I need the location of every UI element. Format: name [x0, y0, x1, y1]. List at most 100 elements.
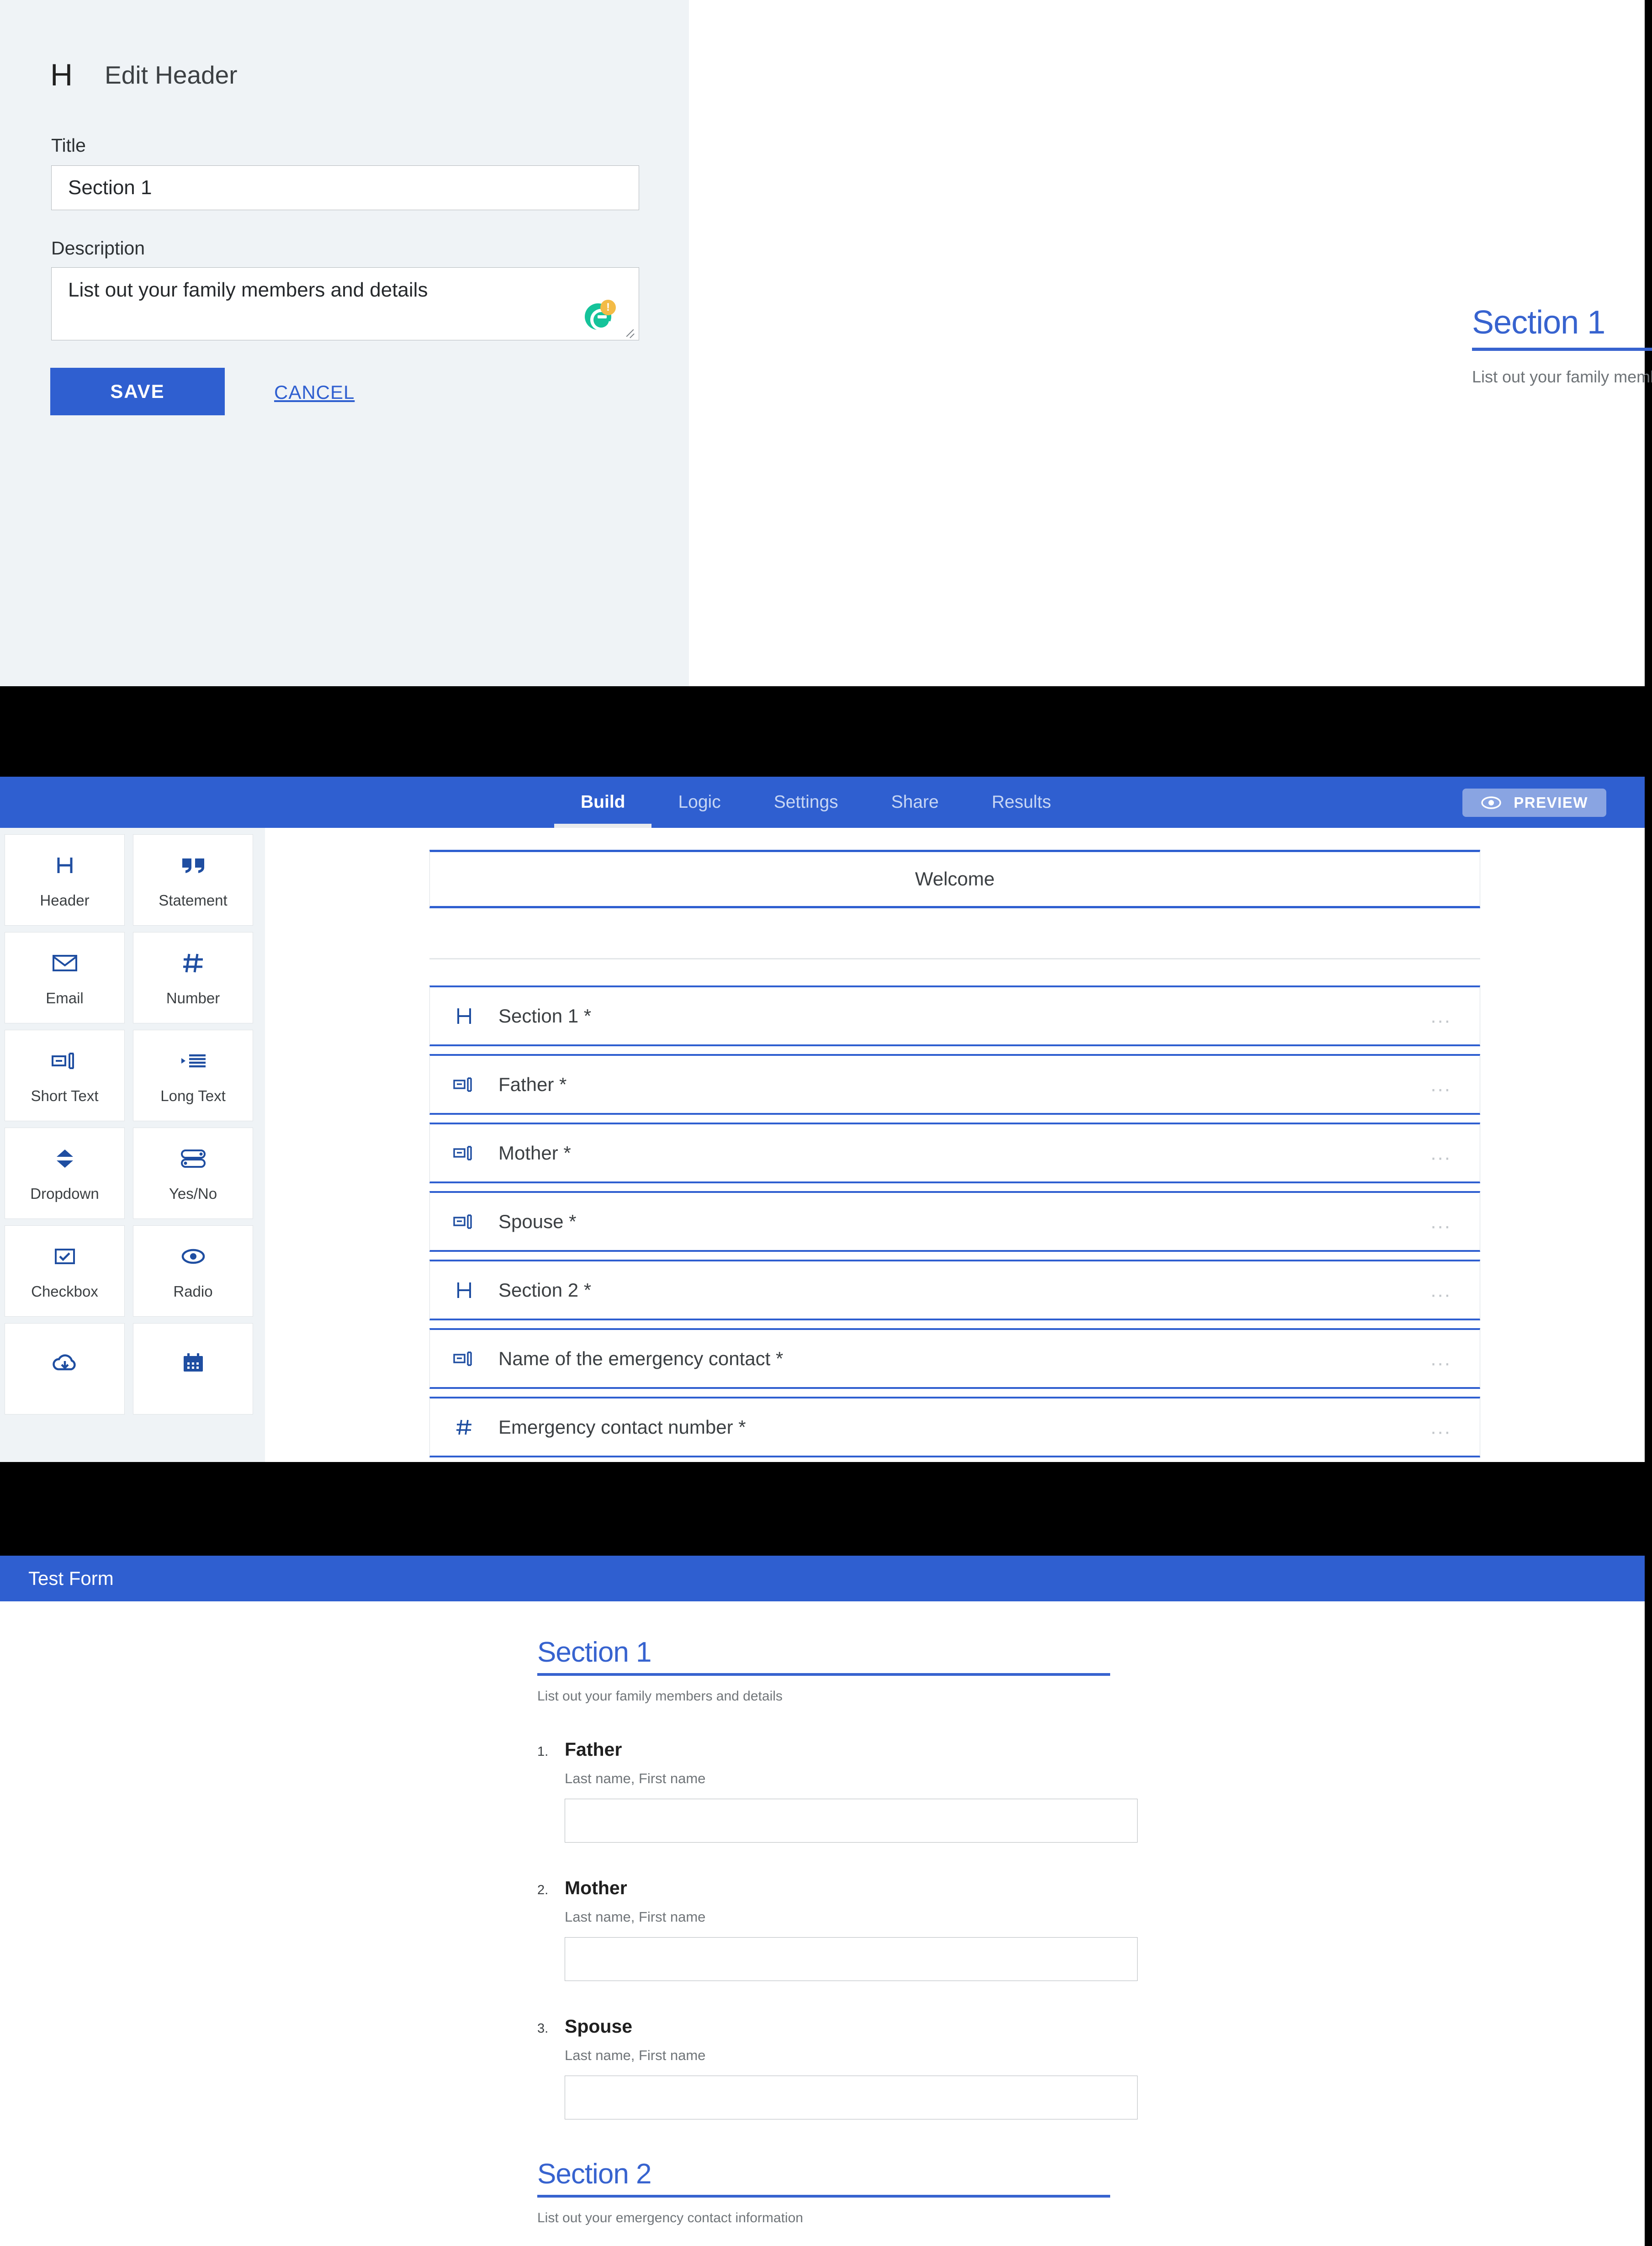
palette-item-header[interactable]: Header	[5, 834, 125, 926]
quote-icon	[181, 851, 206, 880]
palette-item-yes-no[interactable]: Yes/No	[133, 1128, 253, 1219]
field-row-menu-icon[interactable]: ...	[1430, 1074, 1451, 1095]
title-input[interactable]: Section 1	[51, 165, 639, 210]
builder-canvas: Welcome Section 1 * ... Father * ... Mot…	[265, 828, 1645, 1462]
long-text-icon	[180, 1046, 206, 1075]
palette-item-short-text[interactable]: Short Text	[5, 1030, 125, 1121]
builder-tabs: Build Logic Settings Share Results	[554, 777, 1078, 828]
palette-item-radio[interactable]: Radio	[133, 1225, 253, 1317]
preview-button-label: PREVIEW	[1514, 794, 1588, 811]
tab-settings-label: Settings	[773, 792, 838, 812]
radio-icon	[181, 1242, 205, 1271]
field-row-menu-icon[interactable]: ...	[1430, 1006, 1451, 1026]
field-row-label: Father *	[498, 1073, 567, 1095]
save-button[interactable]: SAVE	[50, 368, 225, 415]
tab-logic[interactable]: Logic	[651, 777, 747, 828]
section-divider	[537, 2195, 1110, 2198]
field-row-menu-icon[interactable]: ...	[1430, 1417, 1451, 1437]
question-number: 3.	[537, 2021, 549, 2036]
palette-item-label: Number	[166, 990, 220, 1006]
palette-item-file-upload[interactable]	[5, 1323, 125, 1414]
palette-item-date[interactable]	[133, 1323, 253, 1414]
field-row-label: Section 2 *	[498, 1279, 592, 1301]
field-row-menu-icon[interactable]: ...	[1430, 1143, 1451, 1163]
tab-results[interactable]: Results	[965, 777, 1078, 828]
preview-button[interactable]: PREVIEW	[1462, 789, 1606, 817]
field-row-label: Emergency contact number *	[498, 1416, 746, 1438]
field-row-menu-icon[interactable]: ...	[1430, 1280, 1451, 1300]
builder-field-list: Section 1 * ... Father * ... Mother * ..…	[429, 985, 1480, 1462]
short-text-icon	[51, 1046, 79, 1075]
grammarly-icon[interactable]: !	[585, 300, 616, 330]
field-row-emergency-contact-name[interactable]: Name of the emergency contact * ...	[429, 1328, 1480, 1389]
question-label: Father	[565, 1739, 622, 1760]
palette-item-number[interactable]: Number	[133, 932, 253, 1023]
description-input-value: List out your family members and details	[68, 279, 428, 301]
palette-item-label: Yes/No	[169, 1185, 217, 1202]
palette-item-statement[interactable]: Statement	[133, 834, 253, 926]
field-row-father[interactable]: Father * ...	[429, 1054, 1480, 1115]
answer-input-mother[interactable]	[565, 1937, 1138, 1981]
title-input-value: Section 1	[68, 176, 152, 199]
tab-build-label: Build	[581, 792, 625, 812]
description-textarea[interactable]: List out your family members and details…	[51, 267, 639, 340]
tab-build[interactable]: Build	[554, 777, 652, 828]
header-h-icon: H	[50, 58, 73, 92]
palette-item-dropdown[interactable]: Dropdown	[5, 1128, 125, 1219]
field-row-label: Spouse *	[498, 1210, 577, 1232]
header-h-icon	[430, 1281, 498, 1299]
textarea-resize-handle[interactable]	[620, 323, 636, 339]
form-builder-panel: Build Logic Settings Share Results PREVI…	[0, 777, 1645, 1462]
screenshot-root: H Edit Header Title Section 1 Descriptio…	[0, 0, 1652, 2246]
cloud-upload-icon	[52, 1348, 78, 1377]
question-hint: Last name, First name	[565, 1909, 706, 1925]
question-label: Spouse	[565, 2016, 633, 2037]
palette-item-label: Header	[40, 892, 90, 909]
palette-item-checkbox[interactable]: Checkbox	[5, 1225, 125, 1317]
question-3: 3. Spouse	[537, 2016, 1110, 2037]
form-title: Test Form	[28, 1568, 114, 1589]
field-row-menu-icon[interactable]: ...	[1430, 1348, 1451, 1369]
field-row-label: Name of the emergency contact *	[498, 1347, 784, 1369]
field-row-emergency-contact-number[interactable]: Emergency contact number * ...	[429, 1397, 1480, 1457]
short-text-icon	[430, 1077, 498, 1092]
field-row-mother[interactable]: Mother * ...	[429, 1123, 1480, 1183]
envelope-icon	[52, 948, 78, 978]
answer-input-father[interactable]	[565, 1799, 1138, 1843]
answer-input-spouse[interactable]	[565, 2076, 1138, 2119]
header-live-preview: Section 1 List out your family members a…	[689, 0, 1652, 686]
short-text-icon	[430, 1351, 498, 1366]
header-h-icon	[54, 851, 75, 880]
section-description: List out your emergency contact informat…	[537, 2210, 803, 2225]
section-title: Section 1	[537, 1637, 652, 1668]
field-row-section-2[interactable]: Section 2 * ...	[429, 1260, 1480, 1320]
header-h-icon	[430, 1007, 498, 1025]
cancel-button[interactable]: CANCEL	[274, 381, 355, 403]
field-row-menu-icon[interactable]: ...	[1430, 1211, 1451, 1232]
edit-header-panel: H Edit Header Title Section 1 Descriptio…	[0, 0, 1652, 686]
preview-section-2: Section 2 List out your emergency contac…	[537, 2158, 1110, 2246]
edit-header-title: Edit Header	[105, 61, 238, 89]
question-2: 2. Mother	[537, 1877, 1110, 1899]
field-row-section-1[interactable]: Section 1 * ...	[429, 985, 1480, 1046]
edit-header-form: H Edit Header Title Section 1 Descriptio…	[0, 0, 689, 686]
preview-section-title: Section 1	[1472, 304, 1605, 341]
field-row-spouse[interactable]: Spouse * ...	[429, 1191, 1480, 1252]
short-text-icon	[430, 1145, 498, 1160]
builder-navbar: Build Logic Settings Share Results PREVI…	[0, 777, 1645, 828]
preview-section-1: Section 1 List out your family members a…	[537, 1636, 1138, 2119]
form-preview-titlebar: Test Form	[0, 1556, 1645, 1601]
tab-settings[interactable]: Settings	[747, 777, 865, 828]
description-field-label: Description	[51, 238, 145, 259]
separator-band-2	[0, 1462, 1652, 1556]
palette-item-long-text[interactable]: Long Text	[133, 1030, 253, 1121]
palette-item-label: Radio	[173, 1283, 213, 1300]
calendar-icon	[182, 1348, 205, 1377]
welcome-card[interactable]: Welcome	[429, 850, 1480, 908]
palette-item-email[interactable]: Email	[5, 932, 125, 1023]
question-number: 1.	[537, 1744, 549, 1759]
palette-item-label: Statement	[159, 892, 228, 909]
tab-share[interactable]: Share	[865, 777, 965, 828]
palette-item-label: Dropdown	[30, 1185, 99, 1202]
